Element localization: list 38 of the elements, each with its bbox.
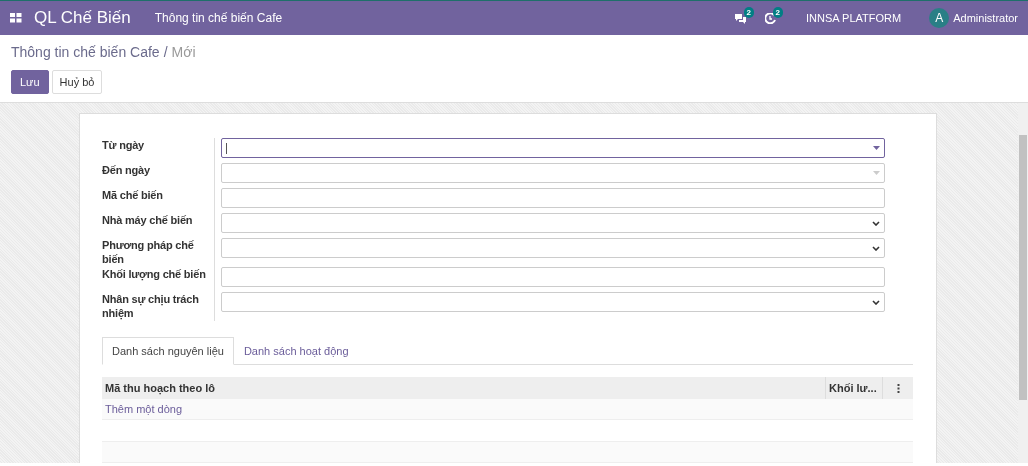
breadcrumb-link[interactable]: Thông tin chế biến Cafe [11,44,160,60]
field-label: Phương pháp chế biến [102,238,195,267]
chevron-down-icon [872,220,880,226]
kebab-menu-icon[interactable] [896,383,900,393]
caret-icon [873,146,880,150]
tab[interactable]: Danh sách nguyên liệu [102,337,234,365]
select-field[interactable] [221,292,885,312]
tab[interactable]: Danh sách hoạt động [233,337,359,365]
notification-badge: 2 [743,6,755,18]
input-field[interactable] [221,267,885,287]
breadcrumb-current: Mới [171,44,196,60]
user-avatar[interactable]: A [929,8,950,28]
breadcrumb-separator: / [163,44,168,60]
menu-item[interactable]: Thông tin chế biến Cafe [154,11,283,25]
scrollbar[interactable] [1018,103,1028,463]
column-header[interactable]: Mã thu hoạch theo lô [102,382,825,394]
chat-icon[interactable] [734,12,748,24]
field-label: Đến ngày [102,163,151,178]
save-button[interactable]: Lưu [11,70,49,94]
input-field[interactable] [221,188,885,208]
select-field[interactable] [221,238,885,258]
chevron-down-icon [872,299,880,305]
discard-button[interactable]: Huỷ bỏ [51,70,103,94]
add-line-link[interactable]: Thêm một dòng [102,403,183,415]
user-name[interactable]: Administrator [953,12,1018,24]
field-label: Mã chế biến [102,188,164,203]
app-title[interactable]: QL Chế Biến [34,8,131,28]
field-label: Từ ngày [102,138,145,153]
field-label: Khối lượng chế biến [102,267,207,283]
clock-icon[interactable] [765,12,777,24]
date-field[interactable] [221,138,885,158]
caret-icon [873,171,880,175]
field-label: Nhà máy chế biến [102,213,194,228]
chevron-down-icon [872,245,880,251]
company-name[interactable]: INNSA PLATFORM [806,12,902,24]
notification-badge: 2 [772,6,784,18]
select-field[interactable] [221,213,885,233]
apps-menu-icon[interactable] [10,13,22,23]
